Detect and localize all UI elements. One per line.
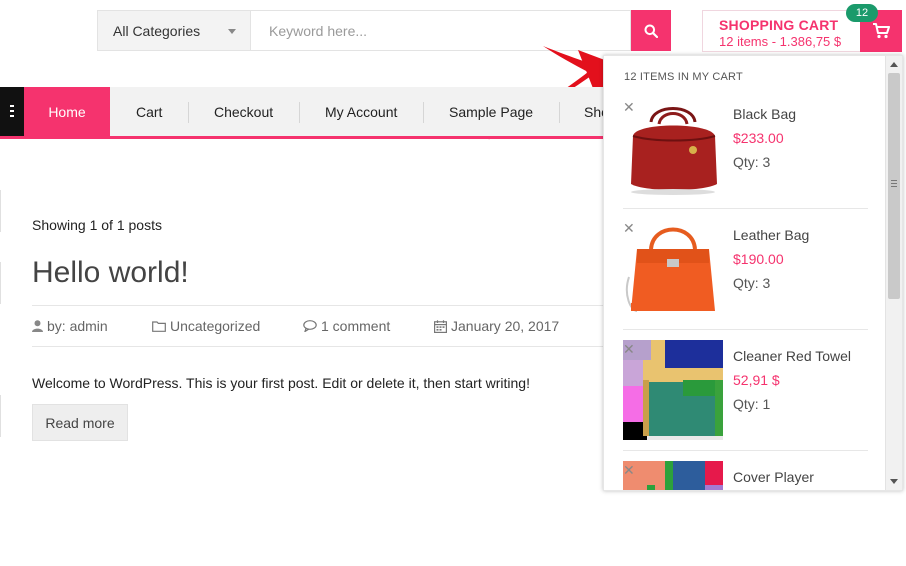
nav-item-cart[interactable]: Cart bbox=[136, 87, 162, 137]
mini-cart-dropdown: 12 ITEMS IN MY CART ✕ Black Bag $233.00 … bbox=[603, 55, 903, 491]
post-title[interactable]: Hello world! bbox=[32, 256, 189, 290]
dropdown-scrollbar[interactable] bbox=[885, 56, 902, 490]
nav-divider bbox=[559, 102, 560, 123]
search-input[interactable] bbox=[250, 10, 631, 51]
scroll-up-icon[interactable] bbox=[890, 62, 898, 67]
shopping-cart-widget[interactable]: SHOPPING CART 12 items - 1.386,75 $ 12 bbox=[702, 4, 902, 52]
category-select-label: All Categories bbox=[113, 22, 201, 39]
remove-item-icon[interactable]: ✕ bbox=[623, 221, 635, 235]
comment-icon bbox=[303, 320, 317, 332]
sidebar-edge bbox=[0, 190, 2, 232]
post-author: by: admin bbox=[32, 318, 108, 334]
post-excerpt: Welcome to WordPress. This is your first… bbox=[32, 375, 530, 391]
main-nav: Home Cart Checkout My Account Sample Pag… bbox=[0, 87, 620, 137]
scroll-thumb[interactable] bbox=[888, 73, 900, 299]
post-category: Uncategorized bbox=[152, 318, 260, 334]
nav-item-checkout[interactable]: Checkout bbox=[214, 87, 273, 137]
item-qty: Qty: 1 bbox=[733, 396, 771, 412]
item-name[interactable]: Black Bag bbox=[733, 106, 796, 122]
scroll-down-icon[interactable] bbox=[890, 479, 898, 484]
cart-title: SHOPPING CART bbox=[719, 17, 839, 33]
remove-item-icon[interactable]: ✕ bbox=[623, 342, 635, 356]
nav-divider bbox=[188, 102, 189, 123]
mini-cart-item: ✕ Cover Player bbox=[623, 451, 868, 491]
search-icon bbox=[644, 24, 658, 38]
nav-accent-line bbox=[0, 136, 620, 139]
mini-cart-item: ✕ Leather Bag $190.00 Qty: 3 bbox=[623, 209, 868, 330]
search-bar: All Categories bbox=[97, 10, 671, 51]
nav-item-home[interactable]: Home bbox=[24, 87, 110, 137]
remove-item-icon[interactable]: ✕ bbox=[623, 100, 635, 114]
hamburger-icon bbox=[10, 105, 14, 119]
sidebar-edge bbox=[0, 262, 2, 304]
remove-item-icon[interactable]: ✕ bbox=[623, 463, 635, 477]
posts-count: Showing 1 of 1 posts bbox=[32, 217, 162, 233]
divider bbox=[32, 346, 607, 347]
post-category-text[interactable]: Uncategorized bbox=[170, 318, 260, 334]
item-price: 52,91 $ bbox=[733, 372, 780, 388]
product-image[interactable] bbox=[623, 219, 723, 319]
item-qty: Qty: 3 bbox=[733, 154, 771, 170]
post-comments-text[interactable]: 1 comment bbox=[321, 318, 390, 334]
product-image[interactable] bbox=[623, 98, 723, 198]
sidebar-edge bbox=[0, 395, 2, 437]
cart-summary: 12 items - 1.386,75 $ bbox=[719, 34, 842, 49]
cart-icon bbox=[873, 23, 890, 39]
divider bbox=[32, 305, 607, 306]
menu-toggle[interactable] bbox=[0, 87, 24, 137]
cart-count-badge: 12 bbox=[846, 4, 878, 22]
mini-cart-heading: 12 ITEMS IN MY CART bbox=[624, 71, 743, 83]
calendar-icon bbox=[434, 319, 447, 333]
search-button[interactable] bbox=[631, 10, 671, 51]
product-image[interactable] bbox=[623, 461, 723, 491]
nav-divider bbox=[299, 102, 300, 123]
chevron-down-icon bbox=[228, 29, 236, 34]
read-more-button[interactable]: Read more bbox=[32, 404, 128, 441]
post-comments: 1 comment bbox=[303, 318, 390, 334]
post-author-text[interactable]: by: admin bbox=[47, 318, 108, 334]
post-date: January 20, 2017 bbox=[434, 318, 559, 334]
item-name[interactable]: Cleaner Red Towel bbox=[733, 348, 851, 364]
item-price: $233.00 bbox=[733, 130, 784, 146]
nav-divider bbox=[423, 102, 424, 123]
category-select[interactable]: All Categories bbox=[97, 10, 250, 51]
item-name[interactable]: Cover Player bbox=[733, 469, 814, 485]
nav-item-my-account[interactable]: My Account bbox=[325, 87, 397, 137]
user-icon bbox=[32, 320, 43, 332]
folder-icon bbox=[152, 320, 166, 332]
item-price: $190.00 bbox=[733, 251, 784, 267]
item-name[interactable]: Leather Bag bbox=[733, 227, 809, 243]
grip-icon bbox=[891, 180, 897, 188]
product-image[interactable] bbox=[623, 340, 723, 440]
mini-cart-item: ✕ Black Bag $233.00 Qty: 3 bbox=[623, 88, 868, 209]
mini-cart-item: ✕ Cleaner Red Towel 52,91 $ Qty: 1 bbox=[623, 330, 868, 451]
item-qty: Qty: 3 bbox=[733, 275, 771, 291]
nav-item-sample-page[interactable]: Sample Page bbox=[449, 87, 533, 137]
post-date-text: January 20, 2017 bbox=[451, 318, 560, 334]
